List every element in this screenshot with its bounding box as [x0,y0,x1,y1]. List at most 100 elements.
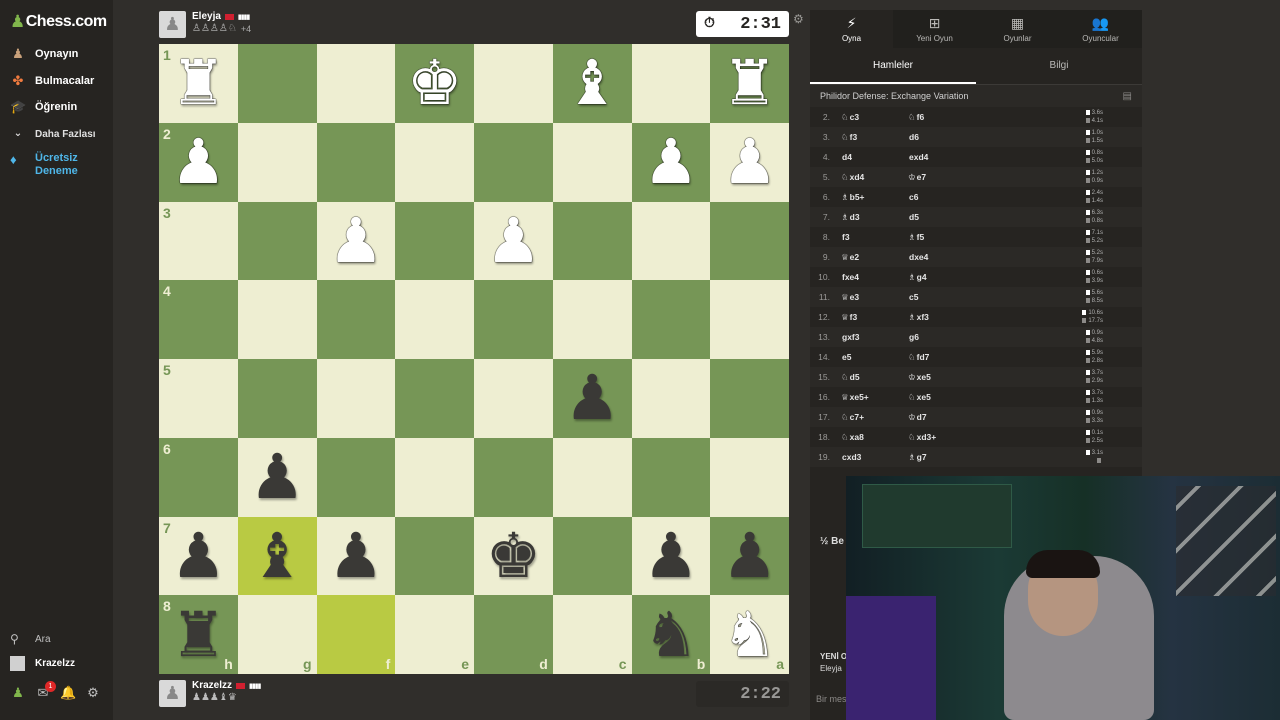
square-g7[interactable]: ♝ [237,516,317,596]
square-b5[interactable] [631,359,711,438]
search-link[interactable]: ⚲ Ara [10,632,51,646]
black-move[interactable]: ♔e7 [908,172,1073,183]
square-a5[interactable] [710,359,789,438]
profile-link[interactable]: Krazelzz [10,656,75,671]
square-d4[interactable] [474,280,553,359]
gear-icon[interactable]: ⚙ [85,685,101,701]
black-move[interactable]: c5 [908,292,1073,302]
tab-play[interactable]: ⚡ Oyna [810,10,893,48]
square-h1[interactable]: 1 ♜ [159,44,238,123]
square-c4[interactable] [552,280,632,359]
square-d3[interactable]: ♟ [474,201,553,281]
square-e6[interactable] [395,437,474,517]
chess-com-logo[interactable]: ♟ Chess.com [10,12,107,32]
white-move[interactable]: e5 [841,352,908,362]
black-pawn-icon[interactable]: ♟ [643,524,699,587]
square-h3[interactable]: 3 [159,201,238,281]
black-king-icon[interactable]: ♚ [486,524,542,587]
square-a3[interactable] [710,201,789,281]
black-move[interactable]: ♘fd7 [908,352,1073,363]
tab-new-game[interactable]: ⊞ Yeni Oyun [893,10,976,48]
board-settings-gear-icon[interactable]: ⚙ [793,12,804,26]
square-g1[interactable] [237,44,317,123]
black-bishop-icon[interactable]: ♝ [249,524,305,587]
black-move[interactable]: ♗f5 [908,232,1073,243]
square-d2[interactable] [474,122,553,202]
white-move[interactable]: cxd3 [841,452,908,462]
black-move[interactable]: ♔xe5 [908,372,1073,383]
square-b3[interactable] [631,201,711,281]
move-list[interactable]: 2. ♘c3 ♘f6 3.6s 4.1s 3. ♘f3 d6 1.0s 1.5s 4. d4 exd4 0… [810,107,1142,469]
white-move[interactable]: ♕f3 [841,312,908,323]
black-move[interactable]: c6 [908,192,1073,202]
tab-moves[interactable]: Hamleler [810,48,976,84]
white-move[interactable]: ♘d5 [841,372,908,383]
square-a4[interactable] [710,280,789,359]
square-c3[interactable] [552,201,632,281]
square-b7[interactable]: ♟ [631,516,711,596]
square-g3[interactable] [237,201,317,281]
tab-players[interactable]: 👥 Oyuncular [1059,10,1142,48]
white-move[interactable]: ♕xe5+ [841,392,908,403]
square-d6[interactable] [474,437,553,517]
square-h4[interactable]: 4 [159,280,238,359]
black-pawn-icon[interactable]: ♟ [722,524,778,587]
white-rook-icon[interactable]: ♜ [171,52,227,114]
square-g2[interactable] [237,122,317,202]
black-pawn-icon[interactable]: ♟ [171,524,227,587]
white-rook-icon[interactable]: ♜ [722,52,778,114]
white-move[interactable]: ♘xd4 [841,172,908,183]
white-move[interactable]: ♗b5+ [841,192,908,203]
sidebar-item-more[interactable]: ⌄ Daha Fazlası [10,126,96,142]
square-d5[interactable] [474,359,553,438]
white-pawn-icon[interactable]: ♟ [486,209,542,272]
square-d7[interactable]: ♚ [474,516,553,596]
square-f2[interactable] [316,122,396,202]
black-pawn-icon[interactable]: ♟ [328,524,384,587]
square-e7[interactable] [395,516,474,596]
square-a7[interactable]: ♟ [710,516,789,596]
square-e5[interactable] [395,359,474,438]
black-rook-icon[interactable]: ♜ [171,603,227,666]
black-knight-icon[interactable]: ♞ [643,603,699,666]
white-move[interactable]: f3 [841,232,908,242]
white-knight-icon[interactable]: ♞ [722,603,778,666]
black-move[interactable]: ♘f6 [908,112,1073,123]
square-b1[interactable] [631,44,711,123]
square-f1[interactable] [316,44,396,123]
white-pawn-icon[interactable]: ♟ [328,209,384,272]
sidebar-item-learn[interactable]: 🎓 Öğrenin [10,99,77,115]
black-pawn-icon[interactable]: ♟ [249,446,305,508]
black-move[interactable]: ♘xd3+ [908,432,1073,443]
free-trial-link[interactable]: ♦ Ücretsiz Deneme [10,152,78,178]
square-c6[interactable] [552,437,632,517]
white-move[interactable]: ♘xa8 [841,432,908,443]
square-h8[interactable]: 8 h ♜ [159,595,238,674]
square-c1[interactable]: ♝ [552,44,632,123]
opening-name[interactable]: Philidor Defense: Exchange Variation [820,91,968,101]
white-move[interactable]: fxe4 [841,272,908,282]
sidebar-item-play[interactable]: ♟ Oynayın [10,46,78,62]
black-move[interactable]: ♔d7 [908,412,1073,423]
black-move[interactable]: g6 [908,332,1073,342]
black-pawn-icon[interactable]: ♟ [564,367,620,429]
black-move[interactable]: ♗g7 [908,452,1073,463]
square-g5[interactable] [237,359,317,438]
square-f6[interactable] [316,437,396,517]
square-e8[interactable]: e [395,595,474,674]
friends-icon[interactable]: ♟ [10,685,26,701]
square-f7[interactable]: ♟ [316,516,396,596]
chess-board[interactable]: 1 ♜ ♚ ♝ ♜ 2 ♟ ♟ ♟ 3 ♟ ♟ 4 5 ♟ 6 ♟ 7 ♟ ♝ ♟ ♚ ♟ ♟ 8 h ♜ g f e d c b ♞ a ♞ [159,44,789,674]
square-a6[interactable] [710,437,789,517]
square-b2[interactable]: ♟ [631,122,711,202]
square-f3[interactable]: ♟ [316,201,396,281]
white-move[interactable]: ♕e2 [841,252,908,263]
square-c7[interactable] [552,516,632,596]
square-a1[interactable]: ♜ [710,44,789,123]
white-move[interactable]: d4 [841,152,908,162]
white-pawn-icon[interactable]: ♟ [722,131,778,193]
white-move[interactable]: ♘c7+ [841,412,908,423]
bell-icon[interactable]: 🔔 [60,685,76,701]
black-move[interactable]: ♗g4 [908,272,1073,283]
white-pawn-icon[interactable]: ♟ [643,131,699,193]
